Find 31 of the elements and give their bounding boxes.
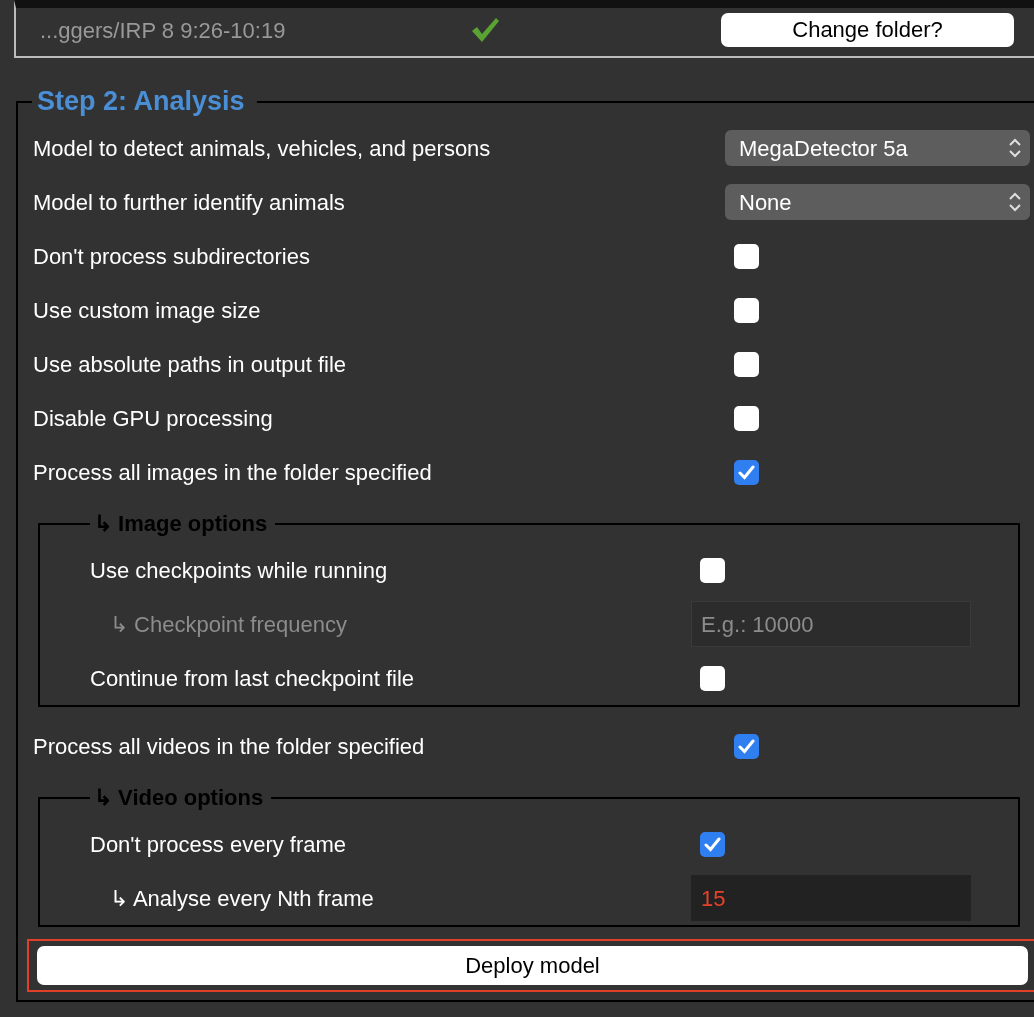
checkbox[interactable]	[700, 665, 725, 691]
option-label: Continue from last checkpoint file	[90, 664, 416, 693]
option-label: ↳ Checkpoint frequency	[109, 610, 348, 639]
checkbox[interactable]	[700, 557, 725, 583]
updown-icon	[1008, 137, 1022, 159]
option-label: Model to further identify animals	[33, 188, 346, 217]
section-title: Step 2: Analysis	[36, 88, 246, 115]
checkbox[interactable]	[734, 351, 759, 377]
option-label: Process all videos in the folder specified	[33, 732, 426, 761]
input-field[interactable]: 15	[691, 875, 971, 921]
option-label: Use custom image size	[33, 296, 262, 325]
checkbox[interactable]	[700, 831, 725, 857]
model-dropdown[interactable]: None	[725, 184, 1030, 220]
option-label: ↳ Analyse every Nth frame	[109, 884, 375, 913]
checkbox[interactable]	[734, 297, 759, 323]
option-label: Don't process every frame	[90, 830, 348, 859]
checkbox[interactable]	[734, 733, 759, 759]
checkbox[interactable]	[734, 243, 759, 269]
checkbox[interactable]	[734, 405, 759, 431]
folder-path: ...ggers/IRP 8 9:26-10:19	[40, 16, 287, 45]
option-label: Disable GPU processing	[33, 404, 274, 433]
option-label: Don't process subdirectories	[33, 242, 311, 271]
option-label: Use checkpoints while running	[90, 556, 389, 585]
option-label: Process all images in the folder specified	[33, 458, 433, 487]
model-dropdown[interactable]: MegaDetector 5a	[725, 130, 1030, 166]
option-label: Model to detect animals, vehicles, and persons	[33, 134, 492, 163]
updown-icon	[1008, 191, 1022, 213]
checkbox[interactable]	[734, 459, 759, 485]
option-label: Use absolute paths in output file	[33, 350, 348, 379]
deploy-button[interactable]: Deploy model	[37, 946, 1028, 985]
change-folder-button[interactable]: Change folder?	[721, 13, 1014, 47]
